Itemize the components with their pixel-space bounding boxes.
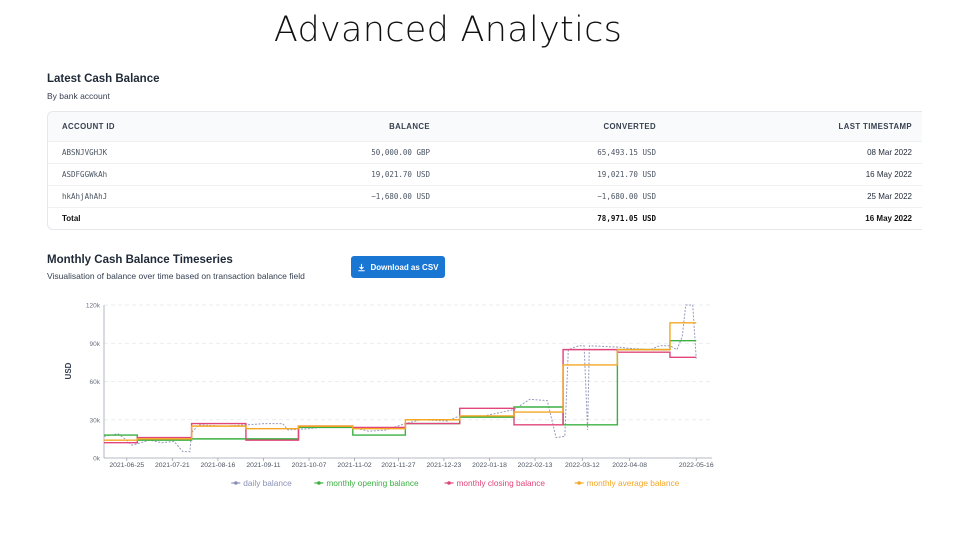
x-tick-label: 2021-12-23: [427, 462, 462, 469]
balance-timeseries-chart: 0k 30k 60k 90k 120k 2021-06-25 2021-07-21 2021…: [64, 303, 714, 489]
x-tick-label: 2022-05-16: [679, 462, 714, 469]
y-axis-label: USD: [64, 362, 73, 379]
legend-marker-daily: [234, 481, 238, 485]
x-tick-label: 2022-01-18: [472, 462, 507, 469]
legend-label-daily: daily balance: [243, 478, 292, 488]
legend-label-average: monthly average balance: [587, 478, 680, 488]
legend-marker-closing: [447, 481, 451, 485]
x-tick-label: 2021-11-27: [381, 462, 415, 469]
y-tick-label: 0k: [93, 456, 101, 463]
legend-marker-average: [577, 481, 581, 485]
x-tick-label: 2021-06-25: [109, 462, 144, 469]
legend-label-closing: monthly closing balance: [457, 478, 546, 488]
x-tick-label: 2021-07-21: [155, 462, 190, 469]
x-tick-label: 2021-09-11: [246, 462, 280, 469]
series-line-opening: [104, 340, 697, 441]
x-tick-label: 2022-04-08: [612, 462, 647, 469]
x-tick-label: 2021-08-16: [200, 462, 235, 469]
y-tick-label: 90k: [90, 341, 101, 348]
y-tick-label: 60k: [90, 379, 101, 386]
series-line-daily: [103, 304, 697, 453]
x-tick-label: 2022-02-13: [518, 462, 553, 469]
y-tick-label: 30k: [90, 417, 101, 424]
legend-label-opening: monthly opening balance: [326, 478, 419, 488]
y-tick-label: 120k: [86, 303, 101, 310]
x-tick-label: 2022-03-12: [565, 462, 600, 469]
x-tick-label: 2021-11-02: [337, 462, 371, 469]
x-tick-label: 2021-10-07: [292, 462, 327, 469]
legend-marker-opening: [317, 481, 321, 485]
